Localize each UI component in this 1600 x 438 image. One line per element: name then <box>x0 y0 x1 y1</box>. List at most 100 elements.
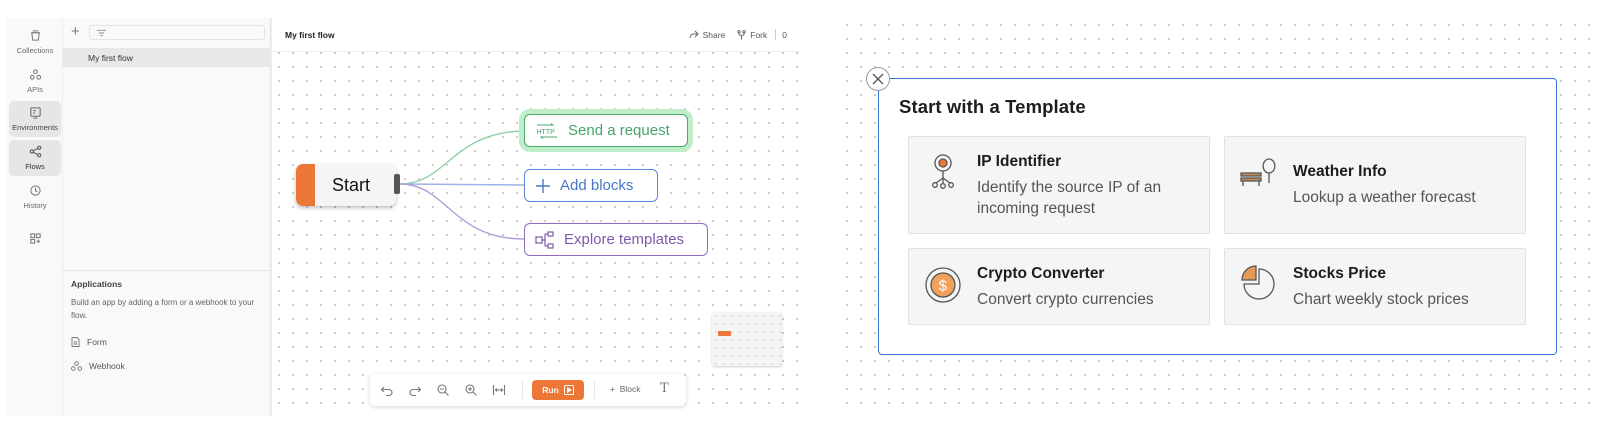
connection-add <box>399 183 525 186</box>
start-node-label: Start <box>332 175 371 195</box>
header-divider <box>775 29 777 40</box>
apis-icon <box>29 69 41 80</box>
undo-icon[interactable] <box>380 383 394 397</box>
applications-description: Build an app by adding a form or a webho… <box>71 298 255 320</box>
rail-label-flows: Flows <box>25 162 45 171</box>
fork-label: Fork <box>750 29 768 40</box>
history-icon <box>29 185 41 196</box>
explore-templates-label: Explore templates <box>564 231 685 248</box>
rail-item-configure[interactable] <box>9 227 61 263</box>
template-card-weather-info[interactable]: Weather Info Lookup a weather forecast <box>1224 136 1526 234</box>
fork-button[interactable]: Fork <box>737 30 767 40</box>
template-panel: Start with a Template IP Identifier Iden… <box>878 78 1557 355</box>
ip-location-icon <box>932 154 954 189</box>
application-form-item[interactable]: Form <box>71 337 107 347</box>
add-blocks-label: Add blocks <box>560 177 634 194</box>
rail-item-flows[interactable]: Flows <box>9 140 61 176</box>
plus-icon <box>536 178 550 193</box>
close-template-panel-button[interactable] <box>866 67 890 91</box>
search-flows-input[interactable] <box>89 25 265 40</box>
run-button[interactable]: Run <box>532 380 584 400</box>
add-block-button[interactable]: + Block <box>610 384 640 394</box>
park-bench-tree-icon <box>1240 158 1276 186</box>
collections-icon <box>30 30 40 41</box>
share-icon <box>689 30 699 39</box>
canvas-header: My first flow Share Fork 0 <box>272 18 800 52</box>
add-blocks-node[interactable]: Add blocks <box>524 169 658 202</box>
flows-icon <box>29 145 41 158</box>
applications-section: Applications Build an app by adding a fo… <box>63 270 271 416</box>
templates-icon <box>535 230 554 249</box>
toolbar-divider <box>522 381 523 399</box>
connection-send <box>399 130 525 185</box>
filter-icon[interactable] <box>97 29 106 37</box>
minimap[interactable] <box>712 312 782 366</box>
rail-label-collections: Collections <box>16 46 54 55</box>
new-flow-plus-icon[interactable]: + <box>71 24 80 39</box>
flows-sidebar: + My first flow Applications Build an ap… <box>63 18 271 416</box>
template-card-description: Identify the source IP of an incoming re… <box>977 179 1162 217</box>
svg-text:$: $ <box>939 278 948 295</box>
explore-templates-node[interactable]: Explore templates <box>524 223 708 256</box>
send-request-node[interactable]: HTTP Send a request <box>524 114 688 147</box>
zoom-out-icon[interactable] <box>436 383 450 397</box>
rail-item-collections[interactable]: Collections <box>9 24 61 60</box>
http-icon: HTTP <box>537 122 557 139</box>
add-workbench-icon <box>29 233 41 244</box>
template-card-description: Lookup a weather forecast <box>1293 189 1476 206</box>
fork-count: 0 <box>782 29 787 40</box>
send-request-label: Send a request <box>568 122 670 139</box>
text-tool-button[interactable]: T <box>660 381 669 396</box>
environments-icon <box>29 107 41 119</box>
start-node-accent <box>296 164 315 206</box>
template-card-title: IP Identifier <box>977 153 1062 170</box>
application-webhook-label: Webhook <box>89 361 125 371</box>
fork-icon <box>737 29 746 39</box>
rail-label-environments: Environments <box>12 123 58 132</box>
flow-title: My first flow <box>285 30 335 40</box>
rail-item-environments[interactable]: Environments <box>9 101 61 137</box>
rail-item-apis[interactable]: APIs <box>9 63 61 99</box>
rail-item-history[interactable]: History <box>9 179 61 215</box>
template-card-title: Stocks Price <box>1293 265 1387 282</box>
start-node[interactable]: Start <box>296 164 396 206</box>
flow-editor-app: Collections APIs Environments Flows Hist… <box>6 18 800 416</box>
template-card-description: Chart weekly stock prices <box>1293 291 1469 308</box>
form-icon <box>71 337 80 347</box>
redo-icon[interactable] <box>408 383 422 397</box>
template-card-stocks-price[interactable]: Stocks Price Chart weekly stock prices <box>1224 248 1526 325</box>
left-nav-rail: Collections APIs Environments Flows Hist… <box>6 18 63 416</box>
template-card-crypto-converter[interactable]: $ Crypto Converter Convert crypto curren… <box>908 248 1210 325</box>
pie-chart-icon <box>1241 265 1275 300</box>
play-icon <box>563 385 574 395</box>
template-card-title: Weather Info <box>1293 163 1387 180</box>
rail-label-history: History <box>23 201 47 210</box>
applications-title: Applications <box>71 279 123 289</box>
minimap-start-node <box>718 331 731 336</box>
template-panel-title: Start with a Template <box>899 96 1086 117</box>
run-label: Run <box>542 385 559 395</box>
zoom-in-icon[interactable] <box>464 383 478 397</box>
toolbar-divider <box>594 381 595 399</box>
share-label: Share <box>702 29 726 40</box>
sidebar-flow-item[interactable]: My first flow <box>63 48 271 67</box>
start-node-handle[interactable] <box>394 174 400 194</box>
header-actions: Share Fork 0 <box>677 29 787 40</box>
canvas-toolbar: Run + Block T <box>370 374 686 406</box>
dollar-coin-icon: $ <box>925 267 961 303</box>
application-form-label: Form <box>87 337 107 347</box>
close-icon <box>872 73 884 85</box>
template-card-ip-identifier[interactable]: IP Identifier Identify the source IP of … <box>908 136 1210 234</box>
svg-text:HTTP: HTTP <box>537 129 556 136</box>
template-card-description: Convert crypto currencies <box>977 291 1154 308</box>
add-block-label: Block <box>619 384 641 394</box>
sidebar-toolbar: + <box>63 18 271 46</box>
fit-view-icon[interactable] <box>492 383 506 397</box>
template-card-title: Crypto Converter <box>977 265 1105 282</box>
share-button[interactable]: Share <box>689 29 726 40</box>
webhook-icon <box>71 361 82 371</box>
flow-canvas[interactable]: My first flow Share Fork 0 Start HTTP Se… <box>271 18 800 416</box>
application-webhook-item[interactable]: Webhook <box>71 361 125 371</box>
connection-explore <box>399 183 525 240</box>
rail-label-apis: APIs <box>27 85 43 94</box>
